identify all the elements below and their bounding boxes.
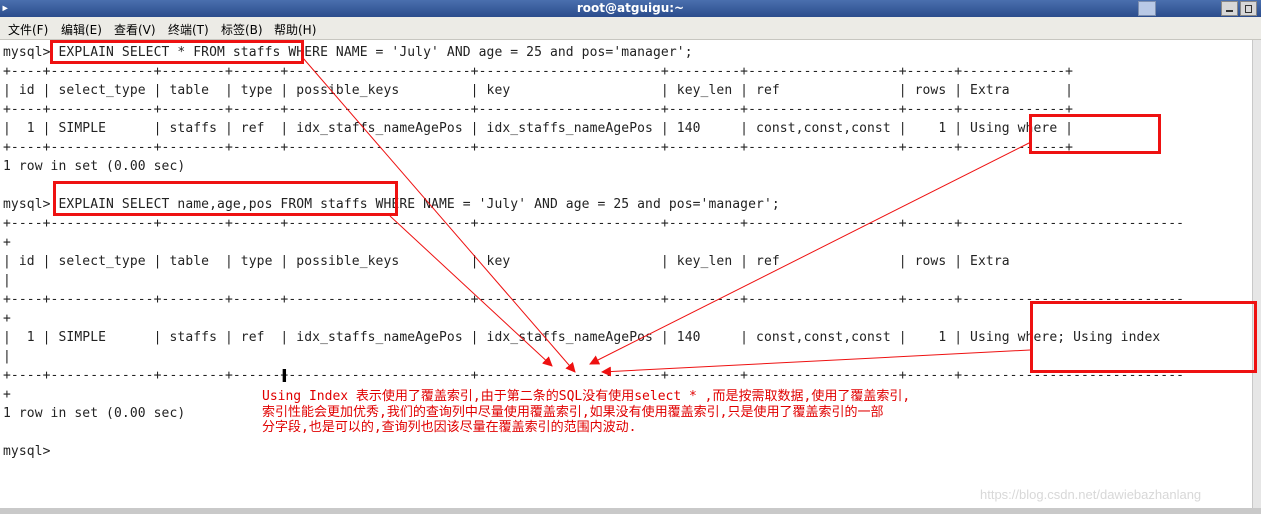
- taskbar-strip: [0, 508, 1261, 514]
- arrow-line: [589, 141, 1032, 365]
- annotation-line: 索引性能会更加优秀,我们的查询列中尽量使用覆盖索引,如果没有使用覆盖索引,只是使…: [262, 404, 884, 420]
- annotation-line: 分字段,也是可以的,查询列也因该尽量在覆盖索引的范围内波动.: [262, 420, 637, 435]
- arrow-line: [601, 349, 1031, 377]
- text-cursor-icon: I: [281, 366, 288, 387]
- annotation-line: Using Index 表示使用了覆盖索引,由于第二条的SQL没有使用selec…: [262, 389, 911, 404]
- annotation-note: Using Index 表示使用了覆盖索引,由于第二条的SQL没有使用selec…: [262, 389, 1032, 436]
- arrow-line: [302, 57, 576, 373]
- arrow-line: [389, 215, 553, 367]
- watermark: https://blog.csdn.net/dawiebazhanlang: [980, 487, 1202, 502]
- annotation-arrows: [302, 57, 1032, 377]
